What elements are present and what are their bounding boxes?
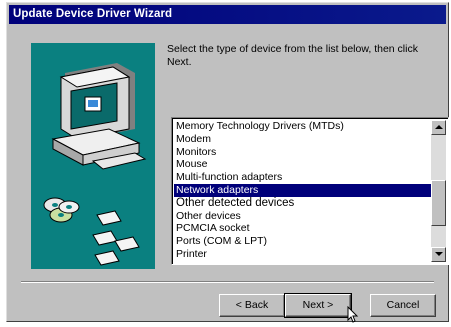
scroll-up-arrow-icon bbox=[435, 125, 443, 129]
wizard-window: Update Device Driver Wizard Select the t… bbox=[6, 2, 449, 323]
cancel-button[interactable]: Cancel bbox=[370, 294, 436, 317]
list-item[interactable]: Monitors bbox=[174, 146, 431, 159]
list-item[interactable]: Ports (COM & LPT) bbox=[174, 235, 431, 248]
window-title: Update Device Driver Wizard bbox=[9, 5, 446, 24]
list-item[interactable]: Memory Technology Drivers (MTDs) bbox=[174, 120, 431, 133]
list-item[interactable]: PCMCIA socket bbox=[174, 222, 431, 235]
next-button[interactable]: Next > bbox=[284, 293, 352, 318]
floppy-disk-icon bbox=[92, 210, 140, 266]
list-item[interactable]: Printer bbox=[174, 248, 431, 261]
list-item[interactable]: Other detected devices bbox=[174, 197, 431, 210]
button-separator bbox=[21, 281, 434, 283]
scroll-up-button[interactable] bbox=[431, 120, 446, 135]
wizard-illustration bbox=[31, 43, 155, 269]
scrollbar-thumb[interactable] bbox=[431, 180, 446, 226]
device-type-list: Memory Technology Drivers (MTDs) Modem M… bbox=[174, 120, 431, 262]
wizard-illustration-art bbox=[43, 63, 147, 266]
cd-disc-icon bbox=[43, 197, 80, 223]
scroll-down-arrow-icon bbox=[435, 252, 443, 256]
mouse-cursor-icon bbox=[347, 306, 359, 323]
back-button[interactable]: < Back bbox=[219, 294, 285, 317]
vertical-scrollbar[interactable] bbox=[431, 120, 446, 262]
list-item-selected[interactable]: Network adapters bbox=[174, 183, 431, 197]
list-item[interactable]: Multi-function adapters bbox=[174, 171, 431, 184]
list-item[interactable]: Other devices bbox=[174, 210, 431, 223]
device-type-listbox[interactable]: Memory Technology Drivers (MTDs) Modem M… bbox=[171, 117, 449, 265]
scroll-down-button[interactable] bbox=[431, 247, 446, 262]
instruction-text: Select the type of device from the list … bbox=[167, 43, 418, 68]
list-item[interactable]: Mouse bbox=[174, 158, 431, 171]
list-item[interactable]: Modem bbox=[174, 133, 431, 146]
computer-icon bbox=[51, 63, 147, 170]
